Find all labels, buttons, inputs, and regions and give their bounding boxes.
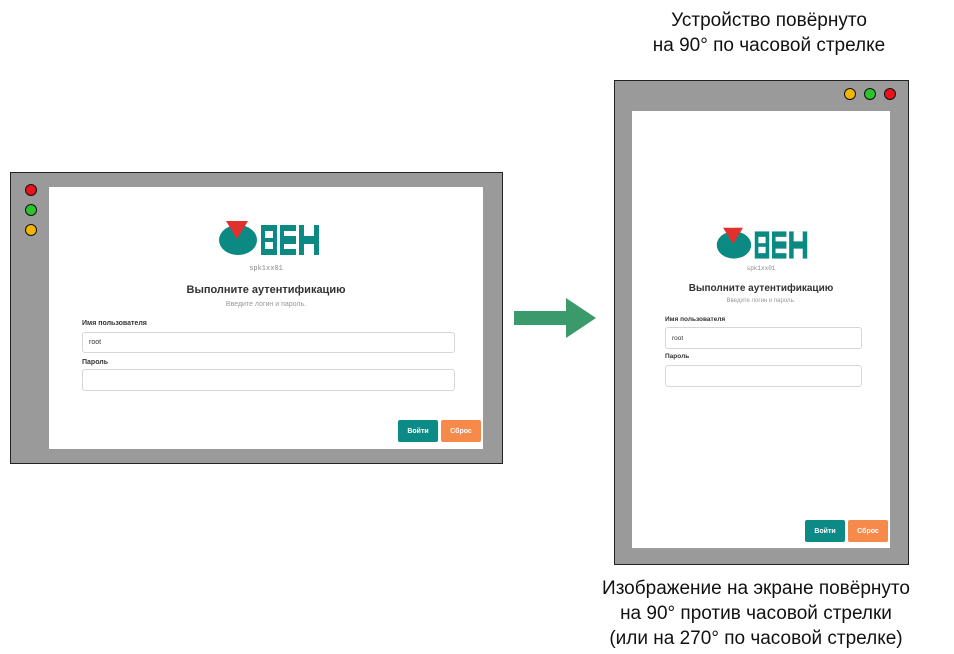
led-green-icon xyxy=(864,88,876,100)
led-green-icon xyxy=(25,204,37,216)
caption-top: Устройство повёрнуто на 90° по часовой с… xyxy=(610,8,928,58)
login-subtitle: Введите логин и пароль. xyxy=(726,298,796,304)
username-label: Имя пользователя xyxy=(82,320,147,327)
hostname: spk1xx01 xyxy=(249,265,283,273)
caption-bottom-line-2: на 90° против часовой стрелки xyxy=(620,603,892,624)
led-yellow-icon xyxy=(25,224,37,236)
caption-top-line-2: на 90° по часовой стрелке xyxy=(652,35,886,56)
login-title: Выполните аутентификацию xyxy=(688,283,834,294)
caption-bottom: Изображение на экране повёрнуто на 90° п… xyxy=(560,576,952,651)
hostname: spk1xx01 xyxy=(746,265,776,272)
password-label: Пароль xyxy=(665,353,690,360)
username-field[interactable]: root xyxy=(665,327,862,349)
login-button[interactable]: Войти xyxy=(805,520,845,542)
password-field[interactable] xyxy=(665,365,862,387)
reset-button[interactable]: Сброс xyxy=(441,420,481,442)
login-subtitle: Введите логин и пароль. xyxy=(225,301,307,308)
arrow-right-icon xyxy=(514,298,596,338)
device-landscape: spk1xx01 Выполните аутентификацию Введит… xyxy=(10,172,503,464)
reset-button[interactable]: Сброс xyxy=(848,520,888,542)
screen-landscape: spk1xx01 Выполните аутентификацию Введит… xyxy=(49,187,483,449)
password-label: Пароль xyxy=(82,359,109,366)
oven-logo-icon xyxy=(219,221,319,255)
username-label: Имя пользователя xyxy=(665,316,726,323)
led-yellow-icon xyxy=(844,88,856,100)
screen-portrait: spk1xx01 Выполните аутентификацию Введит… xyxy=(632,111,890,548)
password-field[interactable] xyxy=(82,369,455,391)
login-title: Выполните аутентификацию xyxy=(186,284,346,296)
caption-bottom-line-1: Изображение на экране повёрнуто xyxy=(602,578,910,599)
oven-logo-icon xyxy=(716,227,808,259)
led-red-icon xyxy=(25,184,37,196)
caption-top-line-1: Устройство повёрнуто xyxy=(671,10,867,31)
caption-bottom-line-3: (или на 270° по часовой стрелке) xyxy=(609,628,903,649)
login-button[interactable]: Войти xyxy=(398,420,438,442)
device-portrait: spk1xx01 Выполните аутентификацию Введит… xyxy=(614,80,909,565)
username-field[interactable]: root xyxy=(82,332,455,353)
led-red-icon xyxy=(884,88,896,100)
